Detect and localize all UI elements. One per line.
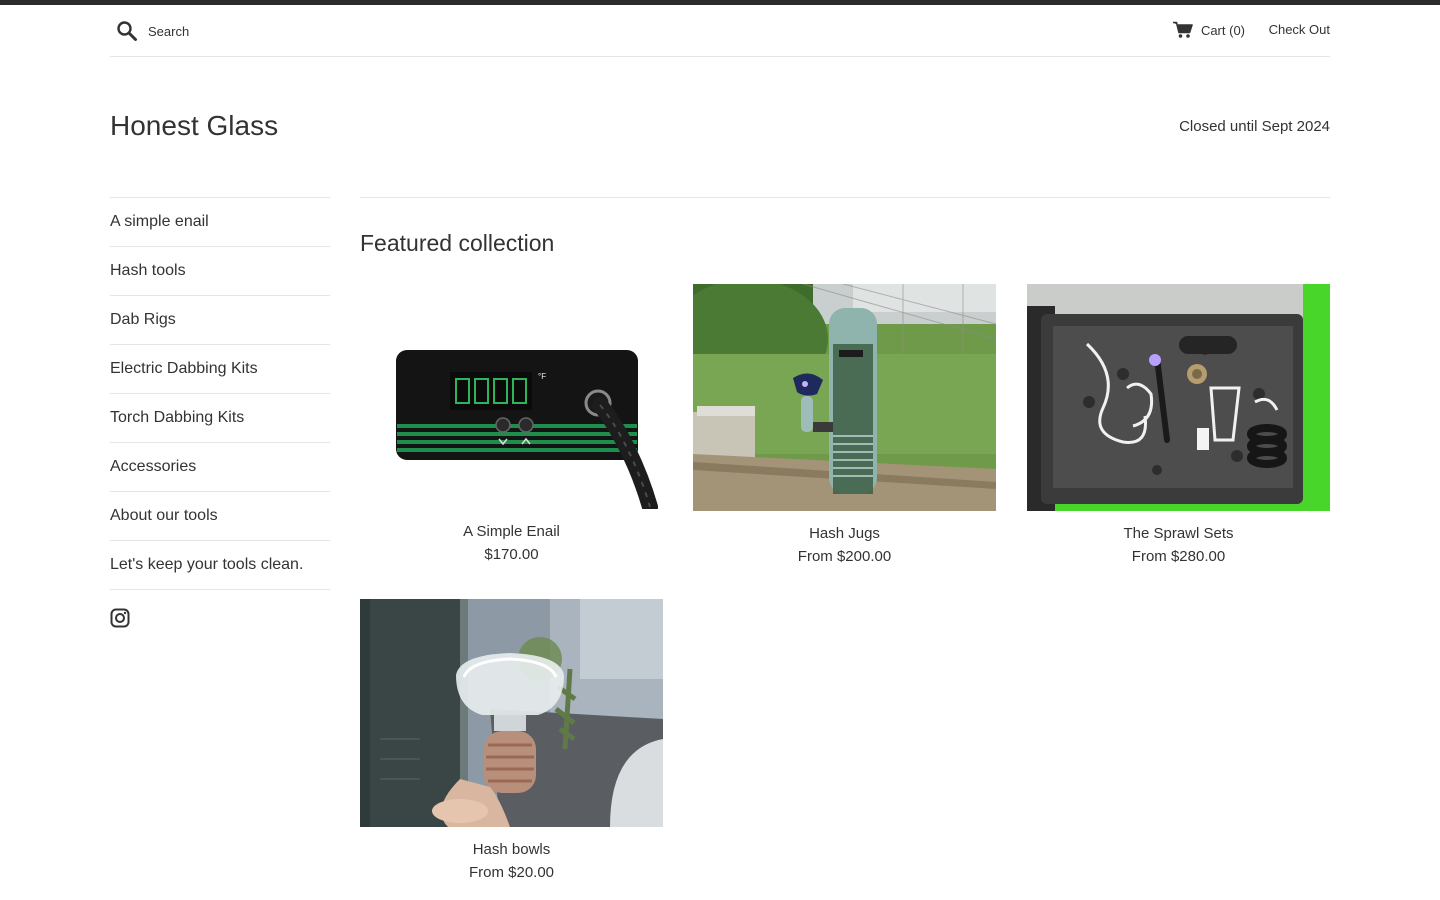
sidebar-item-accessories[interactable]: Accessories — [110, 443, 330, 492]
product-image-hash-bowls — [360, 599, 663, 827]
store-status: Closed until Sept 2024 — [1179, 118, 1330, 135]
product-title: A Simple Enail — [463, 523, 560, 540]
product-card-hash-jugs[interactable]: Hash Jugs From $200.00 — [693, 284, 996, 565]
cart-icon — [1172, 21, 1193, 39]
product-price: From $200.00 — [797, 548, 892, 565]
header-bar: Cart (0) Check Out — [110, 5, 1330, 57]
sidebar-item-keep-tools-clean[interactable]: Let's keep your tools clean. — [110, 541, 330, 590]
sidebar-item-dab-rigs[interactable]: Dab Rigs — [110, 296, 330, 345]
sidebar-item-torch-dabbing-kits[interactable]: Torch Dabbing Kits — [110, 394, 330, 443]
product-image-enail: °F — [360, 284, 663, 509]
product-price: From $280.00 — [1131, 548, 1226, 565]
product-price: $170.00 — [484, 546, 539, 563]
site-title[interactable]: Honest Glass — [110, 110, 278, 142]
cart-link[interactable]: Cart (0) — [1172, 21, 1245, 39]
product-title: Hash Jugs — [809, 525, 880, 542]
search-input[interactable] — [148, 20, 448, 42]
product-price: From $20.00 — [468, 864, 555, 881]
sidebar-item-simple-enail[interactable]: A simple enail — [110, 198, 330, 247]
checkout-link[interactable]: Check Out — [1269, 22, 1330, 37]
product-image-hash-jugs — [693, 284, 996, 511]
product-card-simple-enail[interactable]: °F A Simple Enail $170.00 — [360, 284, 663, 563]
svg-text:°F: °F — [538, 372, 546, 381]
main-divider — [360, 197, 1330, 198]
product-image-sprawl-sets — [1027, 284, 1330, 511]
search-icon[interactable] — [116, 20, 138, 42]
sidebar-item-about-our-tools[interactable]: About our tools — [110, 492, 330, 541]
product-card-sprawl-sets[interactable]: The Sprawl Sets From $280.00 — [1027, 284, 1330, 565]
product-title: Hash bowls — [472, 841, 551, 858]
section-title: Featured collection — [360, 230, 555, 256]
sidebar-item-electric-dabbing-kits[interactable]: Electric Dabbing Kits — [110, 345, 330, 394]
product-card-hash-bowls[interactable]: Hash bowls From $20.00 — [360, 599, 663, 881]
sidebar-nav: A simple enail Hash tools Dab Rigs Elect… — [110, 197, 330, 590]
cart-label: Cart (0) — [1200, 22, 1245, 38]
sidebar-item-hash-tools[interactable]: Hash tools — [110, 247, 330, 296]
product-title: The Sprawl Sets — [1123, 525, 1234, 542]
instagram-icon[interactable] — [110, 608, 130, 628]
